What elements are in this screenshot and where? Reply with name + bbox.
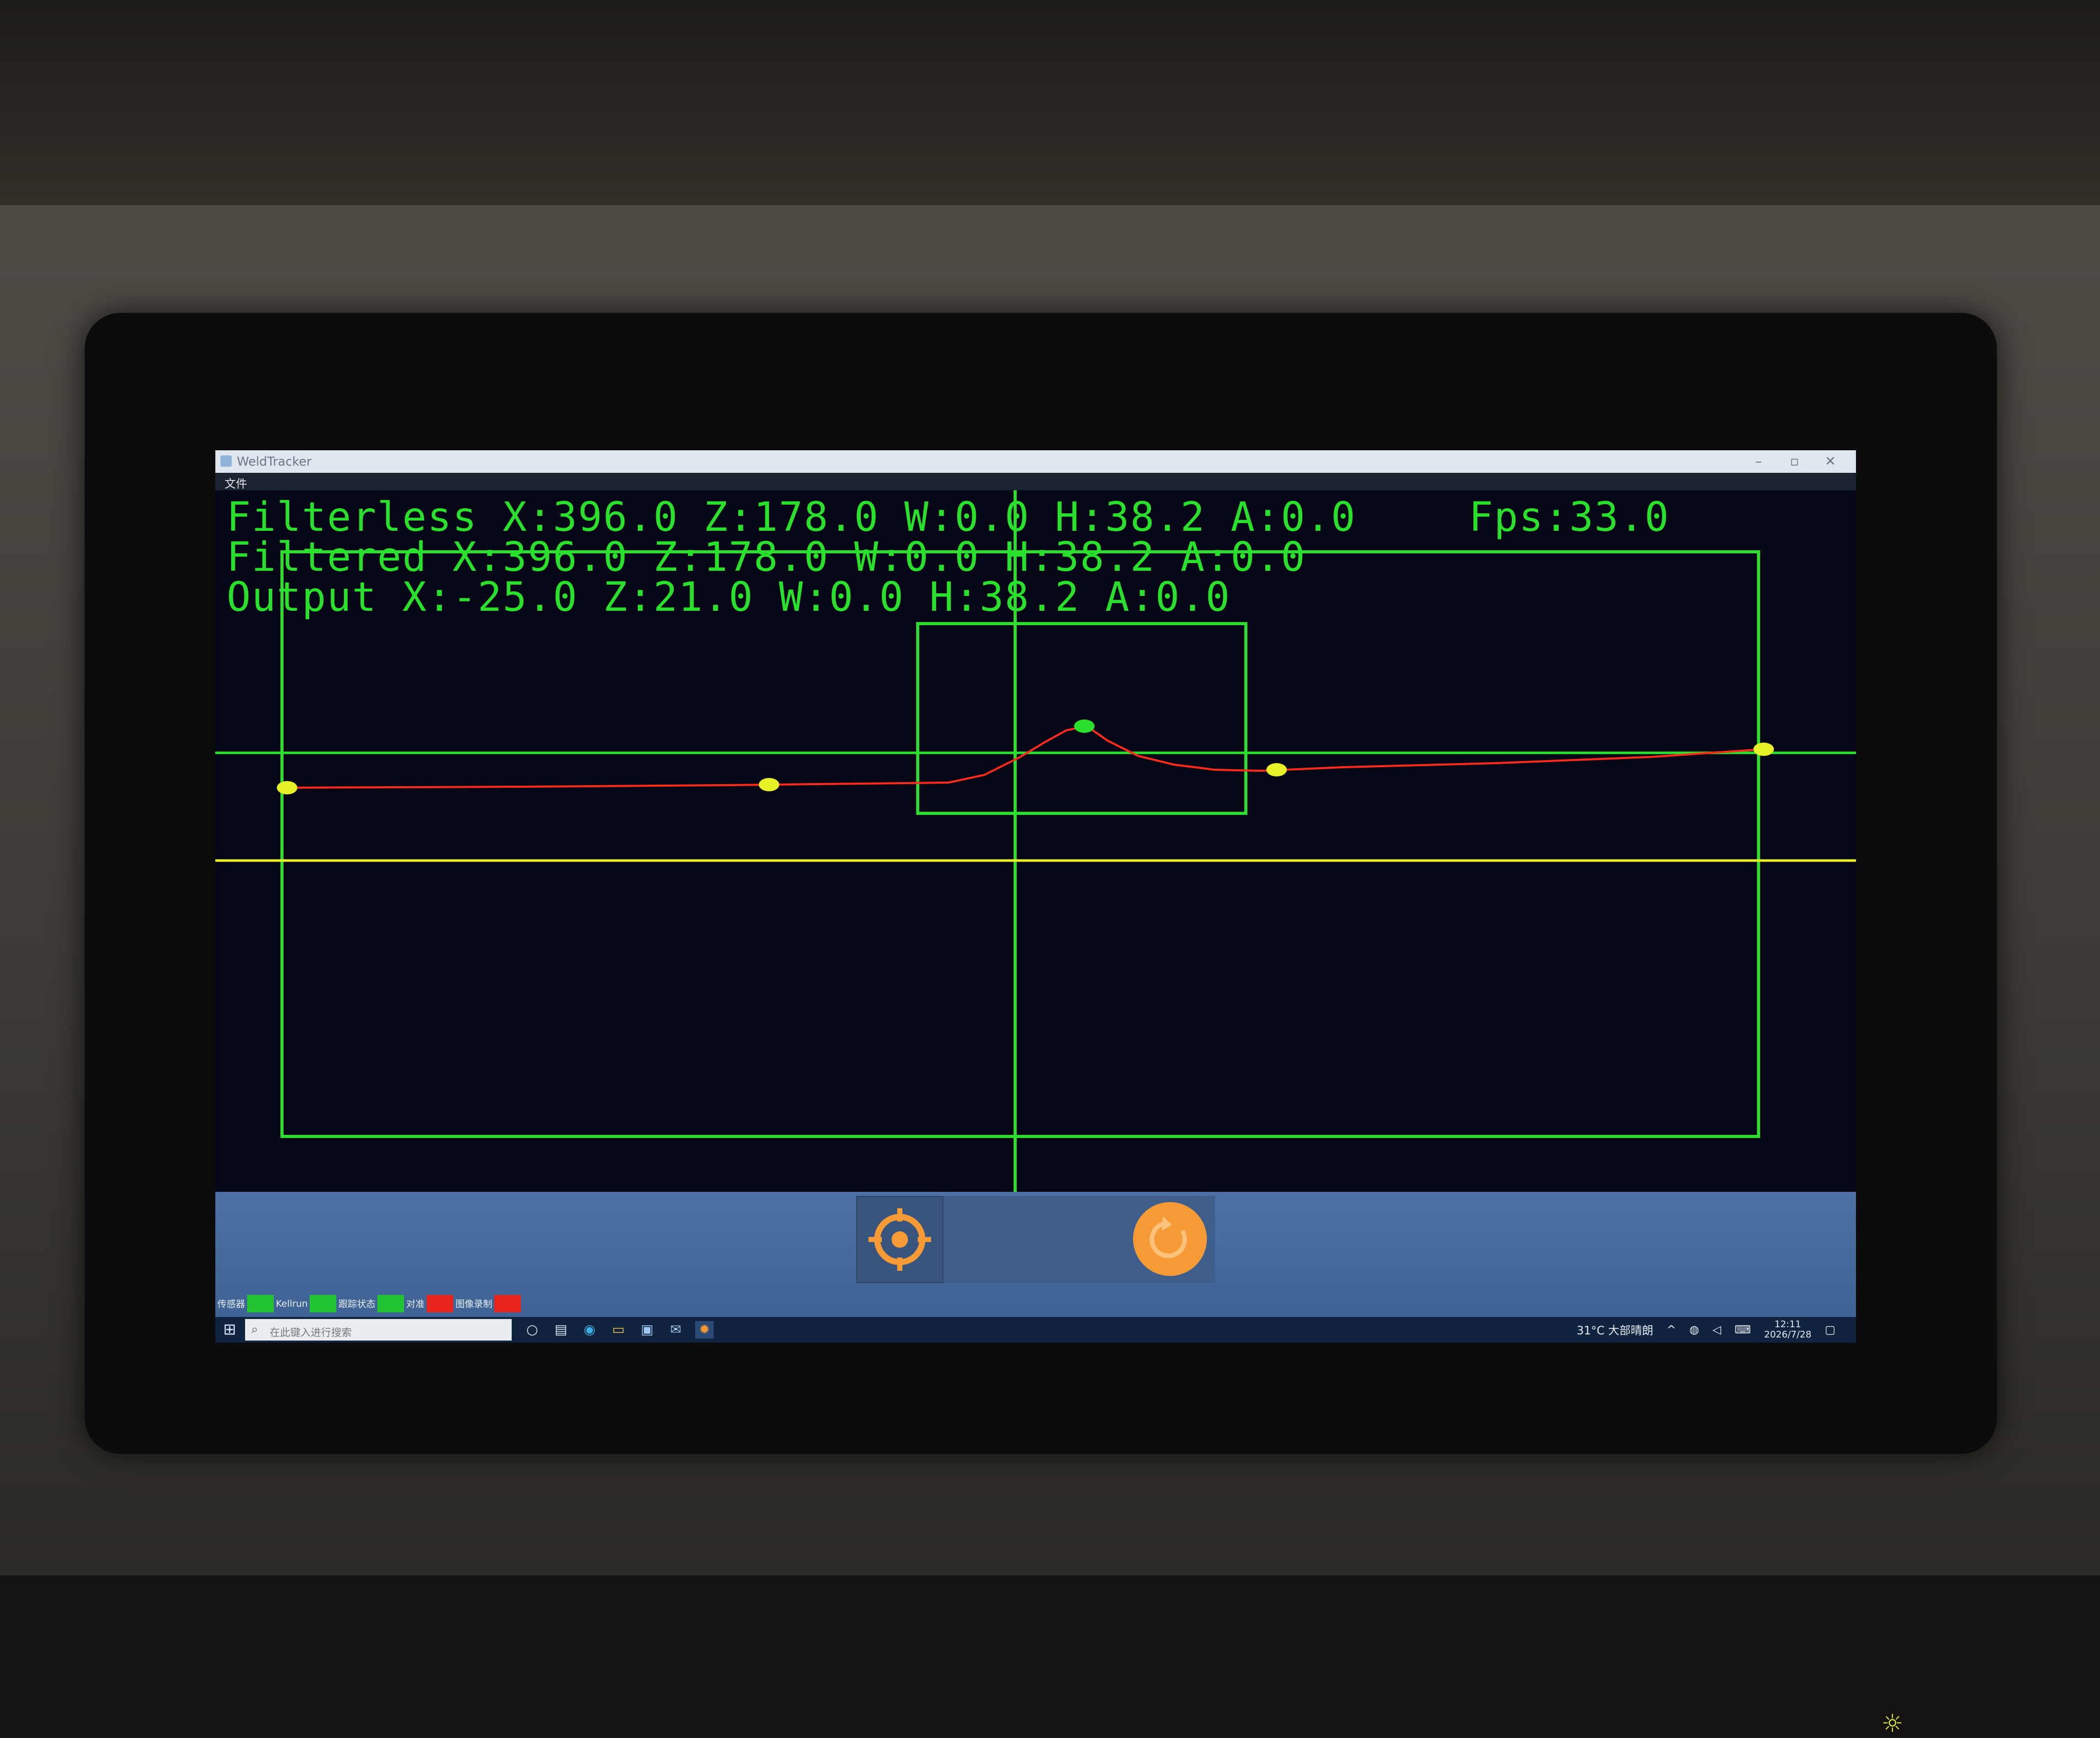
status-label: 对准: [406, 1299, 425, 1310]
close-icon[interactable]: ✕: [1815, 452, 1846, 471]
status-indicator-kellrun: [310, 1295, 337, 1312]
file-explorer-icon[interactable]: ▭: [609, 1321, 628, 1339]
reset-rotate-icon: [1149, 1216, 1187, 1258]
status-indicator-align: [427, 1295, 454, 1312]
taskbar-clock[interactable]: 12:11 2026/7/28: [1764, 1320, 1811, 1340]
profile-point-left-inner: [759, 778, 779, 791]
window-title: WeldTracker: [237, 454, 312, 469]
system-tray: 31°C 大部晴朗 ^ ◍ ◁ ⌨ 12:11 2026/7/28 ▢: [1577, 1317, 1835, 1343]
control-bar: 传感器 Kellrun 跟踪状态 对准 图像录制: [215, 1192, 1856, 1317]
cortana-icon[interactable]: ○: [523, 1321, 541, 1339]
menu-bar: 文件: [215, 473, 1856, 491]
task-view-icon[interactable]: ▤: [552, 1321, 570, 1339]
search-icon: ⌕: [251, 1322, 258, 1336]
network-icon[interactable]: ◍: [1689, 1324, 1699, 1336]
keyboard-icon[interactable]: ⌨: [1734, 1324, 1751, 1336]
taskbar: ⊞ ⌕ 在此键入进行搜索 ○ ▤ ◉ ▭ ▣ ✉ ✹ 31°C 大部晴朗 ^ ◍…: [215, 1317, 1856, 1343]
profile-point-left: [277, 781, 297, 794]
status-indicator-sensor: [247, 1295, 274, 1312]
mail-icon[interactable]: ✉: [667, 1321, 685, 1339]
tracking-box: [916, 622, 1247, 815]
profile-point-right-inner: [1266, 763, 1287, 776]
filterless-readout: Filterless X:396.0 Z:178.0 W:0.0 H:38.2 …: [227, 494, 1357, 541]
status-label: Kellrun: [276, 1298, 308, 1309]
reset-button[interactable]: [1133, 1202, 1207, 1276]
app-icon: [220, 455, 232, 467]
windows-start-icon[interactable]: ⊞: [219, 1320, 240, 1340]
screen: WeldTracker – ▫ ✕ 文件 Filterless X:396.0 …: [215, 450, 1856, 1343]
weldtracker-app-icon[interactable]: ✹: [695, 1321, 714, 1339]
status-label: 传感器: [217, 1299, 245, 1310]
status-label: 图像录制: [455, 1299, 493, 1310]
maximize-icon[interactable]: ▫: [1779, 452, 1810, 471]
background-wall: [0, 0, 2100, 215]
menu-item-file[interactable]: 文件: [225, 475, 247, 491]
edge-icon[interactable]: ◉: [580, 1321, 599, 1339]
status-indicator-tracking: [377, 1295, 405, 1312]
weld-profile-curve: [287, 725, 1764, 789]
clock-date: 2026/7/28: [1764, 1329, 1812, 1340]
profile-peak-point: [1074, 720, 1095, 733]
clock-time: 12:11: [1774, 1319, 1801, 1330]
volume-icon[interactable]: ◁: [1712, 1324, 1721, 1336]
weather-widget[interactable]: 31°C 大部晴朗: [1577, 1322, 1653, 1338]
notification-icon[interactable]: ▢: [1825, 1324, 1835, 1336]
tray-overflow-icon[interactable]: ^: [1667, 1324, 1676, 1336]
profile-point-right: [1753, 743, 1774, 756]
filtered-readout: Filtered X:396.0 Z:178.0 W:0.0 H:38.2 A:…: [227, 534, 1306, 581]
taskbar-search-box[interactable]: ⌕ 在此键入进行搜索: [245, 1319, 512, 1341]
output-readout: Output X:-25.0 Z:21.0 W:0.0 H:38.2 A:0.0: [227, 574, 1231, 621]
status-strip: 传感器 Kellrun 跟踪状态 对准 图像录制: [215, 1293, 521, 1314]
fps-readout: Fps:33.0: [1469, 494, 1670, 541]
crosshair-target-icon: [869, 1208, 931, 1271]
control-panel: [856, 1196, 1215, 1283]
target-button[interactable]: [856, 1196, 943, 1283]
status-indicator-recording: [494, 1295, 521, 1312]
window-titlebar[interactable]: WeldTracker – ▫ ✕: [215, 450, 1856, 473]
status-label: 跟踪状态: [338, 1299, 376, 1310]
roi-frame: [280, 550, 1760, 1138]
profile-view: Filterless X:396.0 Z:178.0 W:0.0 H:38.2 …: [215, 490, 1856, 1192]
search-placeholder: 在此键入进行搜索: [270, 1326, 352, 1339]
minimize-icon[interactable]: –: [1743, 452, 1774, 471]
store-icon[interactable]: ▣: [638, 1321, 656, 1339]
brightness-icon[interactable]: ☼: [1879, 1710, 1906, 1737]
